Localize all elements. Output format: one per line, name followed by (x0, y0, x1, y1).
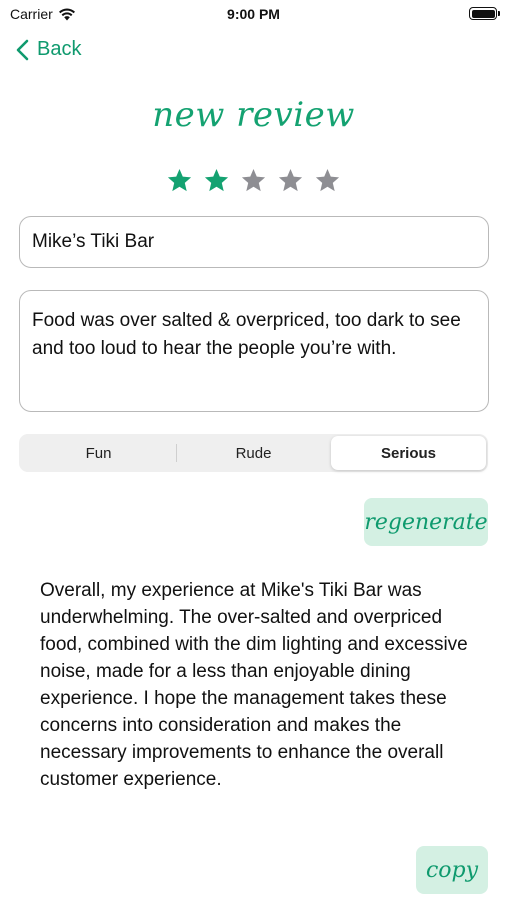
star-empty-icon[interactable] (277, 167, 304, 194)
generated-review-text: Overall, my experience at Mike's Tiki Ba… (40, 580, 468, 790)
battery-icon (469, 7, 500, 20)
star-filled-icon[interactable] (166, 167, 193, 194)
tone-option-fun[interactable]: Fun (21, 436, 176, 470)
star-empty-icon[interactable] (240, 167, 267, 194)
chevron-left-icon (16, 39, 29, 60)
copy-button[interactable]: copy (416, 846, 488, 894)
tone-option-serious[interactable]: Serious (331, 436, 486, 470)
back-button[interactable]: Back (16, 38, 81, 61)
new-review-screen: Carrier 9:00 PM Back new review Mike’s T… (0, 0, 507, 900)
tone-option-rude[interactable]: Rude (176, 436, 331, 470)
review-text-field[interactable]: Food was over salted & overpriced, too d… (19, 290, 489, 412)
star-empty-icon[interactable] (314, 167, 341, 194)
review-text-value: Food was over salted & overpriced, too d… (32, 310, 461, 359)
place-name-value: Mike’s Tiki Bar (32, 231, 155, 252)
star-filled-icon[interactable] (203, 167, 230, 194)
back-label: Back (37, 38, 82, 60)
status-time: 9:00 PM (227, 6, 280, 22)
place-name-field[interactable]: Mike’s Tiki Bar (19, 216, 489, 268)
page-title: new review (152, 95, 355, 135)
star-rating[interactable] (0, 167, 507, 194)
status-bar: Carrier 9:00 PM (0, 0, 507, 28)
tone-segmented-control: Fun Rude Serious (19, 434, 488, 472)
regenerate-button[interactable]: regenerate (364, 498, 488, 546)
